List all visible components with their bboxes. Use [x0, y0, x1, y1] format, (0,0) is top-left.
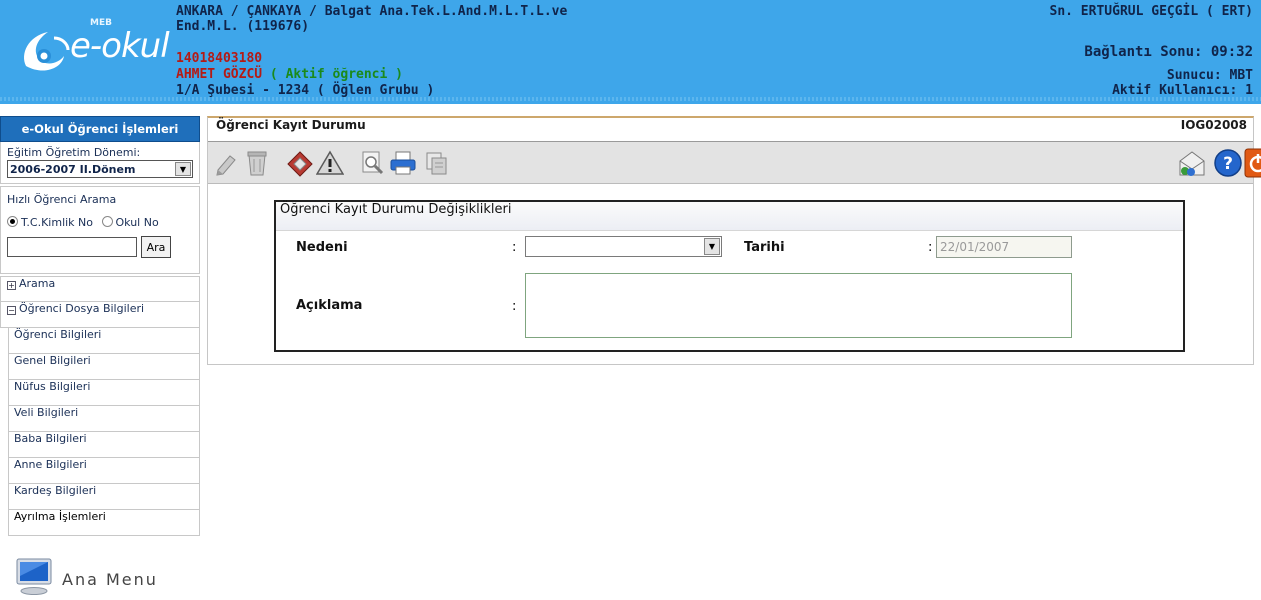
- toolbar: ?: [208, 142, 1261, 184]
- school-name-line1: ANKARA / ÇANKAYA / Balgat Ana.Tek.L.And.…: [176, 4, 568, 19]
- sidebar-item-nufus-bilgileri[interactable]: Nüfus Bilgileri: [8, 380, 200, 406]
- exit-icon[interactable]: [1244, 148, 1261, 178]
- sidebar-item-kardes-bilgileri[interactable]: Kardeş Bilgileri: [8, 484, 200, 510]
- edit-icon[interactable]: [214, 150, 240, 176]
- sidebar-item-anne-bilgileri[interactable]: Anne Bilgileri: [8, 458, 200, 484]
- reason-colon: :: [512, 240, 517, 255]
- sidebar-title: e-Okul Öğrenci İşlemleri: [0, 116, 200, 142]
- term-select[interactable]: 2006-2007 II.Dönem ▼: [7, 160, 193, 178]
- delete-icon[interactable]: [244, 150, 270, 176]
- search-row: Ara: [7, 236, 199, 258]
- sidebar-item-baba-bilgileri[interactable]: Baba Bilgileri: [8, 432, 200, 458]
- active-users: Aktif Kullanıcı: 1: [1112, 83, 1253, 98]
- radio-empty-icon[interactable]: [101, 216, 113, 227]
- date-field[interactable]: [936, 236, 1072, 258]
- sidebar-item-ogrenci-bilgileri[interactable]: Öğrenci Bilgileri: [8, 328, 200, 354]
- connection-end: Bağlantı Sonu: 09:32: [1084, 44, 1253, 60]
- sidebar: e-Okul Öğrenci İşlemleri Eğitim Öğretim …: [0, 116, 200, 536]
- student-number: 14018403180: [176, 51, 263, 66]
- sidebar-item-veli-bilgileri[interactable]: Veli Bilgileri: [8, 406, 200, 432]
- ana-menu-link[interactable]: Ana Menu: [14, 556, 156, 599]
- radio-school-label: Okul No: [115, 216, 159, 229]
- search-button[interactable]: Ara: [141, 236, 171, 258]
- chevron-down-icon[interactable]: ▼: [704, 238, 720, 255]
- status-change-form: Öğrenci Kayıt Durumu Değişiklikleri Nede…: [274, 200, 1185, 352]
- help-icon[interactable]: ?: [1213, 148, 1243, 178]
- radio-selected-icon[interactable]: [7, 216, 18, 227]
- student-name: AHMET GÖZCÜ: [176, 67, 263, 82]
- main-panel: Öğrenci Kayıt Durumu IOG02008 ? Öğrenci …: [207, 116, 1261, 365]
- page-title: Öğrenci Kayıt Durumu: [216, 118, 366, 132]
- logo-swirl-icon: [24, 32, 70, 71]
- logo-text: e-okul: [70, 26, 170, 66]
- eraser-icon[interactable]: [286, 150, 314, 178]
- form-legend: Öğrenci Kayıt Durumu Değişiklikleri: [276, 202, 1183, 231]
- sidebar-item-genel-bilgileri[interactable]: Genel Bilgileri: [8, 354, 200, 380]
- export-icon[interactable]: [424, 150, 450, 176]
- date-label: Tarihi: [744, 240, 785, 255]
- eokul-logo: MEB e-okul: [18, 12, 178, 74]
- search-type-options: T.C.Kimlik No Okul No: [7, 216, 199, 229]
- user-name: Sn. ERTUĞRUL GEÇGİL ( ERT): [1049, 4, 1254, 19]
- expand-plus-icon[interactable]: +: [7, 281, 16, 290]
- student-name-line: AHMET GÖZCÜ ( Aktif öğrenci ): [176, 67, 403, 82]
- warning-icon[interactable]: [316, 150, 344, 176]
- description-label: Açıklama: [296, 298, 363, 313]
- radio-school[interactable]: Okul No: [101, 216, 159, 229]
- date-colon: :: [928, 240, 933, 255]
- server-info: Sunucu: MBT: [1166, 68, 1253, 83]
- ana-menu-label[interactable]: Ana Menu: [62, 570, 158, 589]
- page-code: IOG02008: [1180, 118, 1247, 132]
- description-textarea[interactable]: [525, 273, 1072, 338]
- preview-icon[interactable]: [360, 150, 386, 176]
- chevron-down-icon[interactable]: ▼: [175, 162, 191, 176]
- term-label: Eğitim Öğretim Dönemi:: [7, 146, 141, 159]
- monitor-icon[interactable]: [14, 556, 54, 596]
- school-name-line2: End.M.L. (119676): [176, 19, 310, 34]
- quick-search-label: Hızlı Öğrenci Arama: [7, 193, 117, 206]
- menu-ogrenci-dosya[interactable]: − Öğrenci Dosya Bilgileri: [0, 302, 200, 328]
- reason-select[interactable]: ▼: [525, 236, 722, 257]
- collapse-minus-icon[interactable]: −: [7, 306, 16, 315]
- page-title-bar: Öğrenci Kayıt Durumu IOG02008: [208, 118, 1253, 142]
- radio-tc[interactable]: T.C.Kimlik No: [7, 216, 93, 229]
- print-icon[interactable]: [389, 150, 417, 176]
- quick-search-box: Hızlı Öğrenci Arama T.C.Kimlik No Okul N…: [0, 186, 200, 274]
- radio-tc-label: T.C.Kimlik No: [21, 216, 94, 229]
- class-info: 1/A Şubesi - 1234 ( Öğlen Grubu ): [176, 83, 435, 98]
- search-input[interactable]: [7, 237, 137, 257]
- description-colon: :: [512, 299, 517, 314]
- term-box: Eğitim Öğretim Dönemi: 2006-2007 II.Döne…: [0, 142, 200, 184]
- term-select-value: 2006-2007 II.Dönem: [10, 162, 136, 176]
- mail-icon[interactable]: [1177, 149, 1207, 177]
- svg-text:?: ?: [1223, 154, 1233, 174]
- sidebar-item-ayrilma-islemleri[interactable]: Ayrılma İşlemleri: [8, 510, 200, 536]
- reason-label: Nedeni: [296, 240, 348, 255]
- menu-dosya-label: Öğrenci Dosya Bilgileri: [19, 302, 145, 315]
- student-status: ( Aktif öğrenci ): [269, 67, 403, 82]
- header-banner: MEB e-okul ANKARA / ÇANKAYA / Balgat Ana…: [0, 0, 1261, 104]
- menu-arama-label: Arama: [19, 277, 56, 290]
- menu-arama[interactable]: + Arama: [0, 276, 200, 302]
